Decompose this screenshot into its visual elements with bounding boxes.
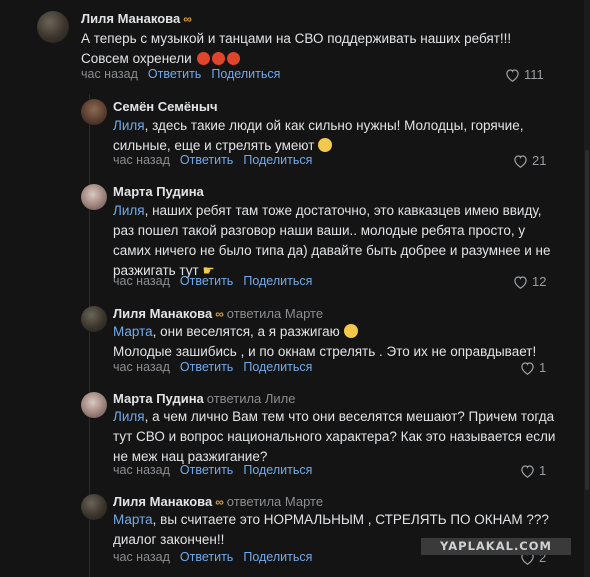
infinity-badge-icon: ∞ — [215, 495, 224, 509]
mention-link[interactable]: Лиля — [113, 409, 145, 424]
reply-to-label[interactable]: ответила Марте — [227, 306, 323, 321]
reply-button[interactable]: Ответить — [180, 153, 233, 167]
avatar[interactable] — [37, 11, 69, 43]
comment-header: Лиля Манакова ∞ ответила Марте — [113, 306, 323, 321]
comment-header: Марта Пудина ответила Лиле — [113, 391, 296, 406]
avatar[interactable] — [81, 184, 107, 210]
avatar[interactable] — [81, 306, 107, 332]
comment-header: Лиля Манакова ∞ — [81, 11, 192, 26]
like-button[interactable]: 1 — [520, 360, 546, 375]
comment-text-line: Молодые зашибись , и по окнам стрелять .… — [113, 344, 537, 359]
timestamp: час назад — [113, 360, 170, 374]
comment-meta: час назад Ответить Поделиться — [113, 550, 312, 564]
reply-button[interactable]: Ответить — [180, 550, 233, 564]
share-button[interactable]: Поделиться — [243, 463, 312, 477]
like-count: 12 — [532, 274, 547, 289]
angry-emoji-icon — [212, 52, 226, 65]
share-button[interactable]: Поделиться — [243, 360, 312, 374]
scrollbar-thumb[interactable] — [585, 150, 589, 490]
comment-text-line: Марта, они веселятся, а я разжигаю — [113, 322, 536, 342]
mention-link[interactable]: Марта — [113, 512, 153, 527]
like-button[interactable]: 1 — [520, 463, 546, 478]
like-button[interactable]: 21 — [513, 153, 546, 168]
timestamp: час назад — [81, 67, 138, 81]
share-button[interactable]: Поделиться — [243, 153, 312, 167]
author-name[interactable]: Марта Пудина — [113, 184, 204, 199]
angry-emoji-icon — [197, 52, 211, 65]
mention-link[interactable]: Лиля — [113, 203, 145, 218]
grin-emoji-icon — [318, 138, 333, 152]
comment-meta: час назад Ответить Поделиться — [113, 463, 312, 477]
share-button[interactable]: Поделиться — [211, 67, 280, 81]
comment-text-line: тут СВО и вопрос национального характера… — [113, 429, 556, 444]
like-button[interactable]: 111 — [505, 67, 544, 82]
comment-meta: час назад Ответить Поделиться — [113, 360, 312, 374]
comment-text-line: Совсем охренели — [81, 49, 511, 69]
share-button[interactable]: Поделиться — [243, 550, 312, 564]
comment-header: Лиля Манакова ∞ ответила Марте — [113, 494, 323, 509]
like-count: 21 — [532, 153, 547, 168]
comment-text-line: раз пошел такой разговор наши ваши.. мол… — [113, 223, 526, 238]
comment-text: Лиля, наших ребят там тоже достаточно, э… — [113, 201, 550, 281]
heart-icon — [521, 465, 534, 478]
infinity-badge-icon: ∞ — [183, 12, 192, 26]
timestamp: час назад — [113, 274, 170, 288]
like-count: 1 — [539, 463, 547, 478]
comment-header: Марта Пудина — [113, 184, 204, 199]
mention-link[interactable]: Марта — [113, 324, 153, 339]
author-name[interactable]: Лиля Манакова — [113, 306, 212, 321]
reply-to-label[interactable]: ответила Лиле — [207, 391, 296, 406]
comment-text-line: Лиля, а чем лично Вам тем что они веселя… — [113, 409, 555, 424]
heart-icon — [506, 69, 519, 82]
comment-text-line: Лиля, здесь такие люди ой как сильно нуж… — [113, 118, 524, 133]
comment-text-line: Лиля, наших ребят там тоже достаточно, э… — [113, 203, 542, 218]
like-count: 111 — [524, 67, 544, 82]
comment-text: Лиля, здесь такие люди ой как сильно нуж… — [113, 116, 523, 156]
mention-link[interactable]: Лиля — [113, 118, 145, 133]
comment-header: Семён Семёныч — [113, 99, 218, 114]
comment-text-line: самих ничего не было типа да) давайте бы… — [113, 243, 551, 258]
watermark-logo: YAPLAKAL.COM — [421, 538, 571, 555]
comment-text: А теперь с музыкой и танцами на СВО подд… — [81, 29, 511, 69]
heart-icon — [521, 362, 534, 375]
infinity-badge-icon: ∞ — [215, 307, 224, 321]
avatar[interactable] — [81, 494, 107, 520]
avatar[interactable] — [81, 99, 107, 125]
comment-text-line: Марта, вы считаете это НОРМАЛЬНЫМ , СТРЕ… — [113, 512, 549, 527]
comment-text: Лиля, а чем лично Вам тем что они веселя… — [113, 407, 555, 467]
comment-meta: час назад Ответить Поделиться — [81, 67, 280, 81]
comment-meta: час назад Ответить Поделиться — [113, 153, 312, 167]
reply-button[interactable]: Ответить — [180, 463, 233, 477]
reply-to-label[interactable]: ответила Марте — [227, 494, 323, 509]
timestamp: час назад — [113, 153, 170, 167]
reply-button[interactable]: Ответить — [180, 360, 233, 374]
like-count: 1 — [539, 360, 547, 375]
heart-icon — [514, 155, 527, 168]
heart-icon — [514, 276, 527, 289]
reply-button[interactable]: Ответить — [180, 274, 233, 288]
like-button[interactable]: 12 — [513, 274, 546, 289]
author-name[interactable]: Марта Пудина — [113, 391, 204, 406]
avatar[interactable] — [81, 392, 107, 418]
comment-text: Марта, они веселятся, а я разжигаю Молод… — [113, 322, 536, 362]
author-name[interactable]: Семён Семёныч — [113, 99, 218, 114]
comment-text-line: А теперь с музыкой и танцами на СВО подд… — [81, 31, 512, 46]
timestamp: час назад — [113, 550, 170, 564]
timestamp: час назад — [113, 463, 170, 477]
angry-emoji-icon — [227, 52, 241, 65]
reply-button[interactable]: Ответить — [148, 67, 201, 81]
share-button[interactable]: Поделиться — [243, 274, 312, 288]
comment-meta: час назад Ответить Поделиться — [113, 274, 312, 288]
author-name[interactable]: Лиля Манакова — [113, 494, 212, 509]
author-name[interactable]: Лиля Манакова — [81, 11, 180, 26]
grin-emoji-icon — [343, 324, 358, 338]
